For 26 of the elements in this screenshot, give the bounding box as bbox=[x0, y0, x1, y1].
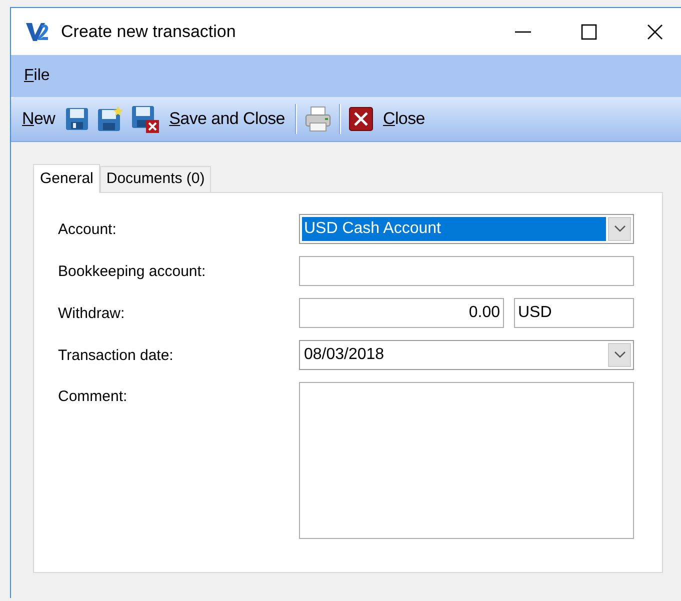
close-icon[interactable] bbox=[348, 107, 373, 131]
field-label: Withdraw: bbox=[58, 304, 126, 322]
close-icon[interactable] bbox=[647, 24, 663, 40]
chevron-down-icon bbox=[614, 351, 626, 359]
toolbar-button[interactable]: Close bbox=[380, 107, 427, 131]
field-label: Account: bbox=[58, 220, 118, 238]
input-field[interactable] bbox=[299, 256, 634, 286]
chevron-down-icon bbox=[614, 225, 626, 233]
comment-field[interactable] bbox=[299, 382, 634, 539]
dropdown-field[interactable]: 08/03/2018 bbox=[299, 340, 634, 370]
printer-icon[interactable] bbox=[304, 106, 331, 132]
maximize-icon[interactable] bbox=[581, 24, 597, 40]
amount-field[interactable]: 0.00 bbox=[299, 298, 504, 328]
dropdown-field[interactable]: USD Cash Account bbox=[299, 214, 634, 244]
tab[interactable]: General bbox=[33, 164, 100, 193]
toolbar-button[interactable]: Save and Close bbox=[167, 107, 287, 131]
tab[interactable]: Documents (0) bbox=[100, 166, 211, 192]
toolbar-button[interactable]: New bbox=[20, 107, 58, 131]
app-logo-icon bbox=[25, 20, 51, 42]
window-title: Create new transaction bbox=[61, 22, 237, 42]
menu-item[interactable]: File bbox=[24, 67, 50, 85]
currency-field[interactable]: USD bbox=[514, 298, 634, 328]
floppy-disk-delete-icon[interactable] bbox=[131, 105, 160, 133]
field-label: Bookkeeping account: bbox=[58, 262, 207, 280]
field-label: Comment: bbox=[58, 387, 128, 405]
field-label: Transaction date: bbox=[58, 346, 174, 364]
